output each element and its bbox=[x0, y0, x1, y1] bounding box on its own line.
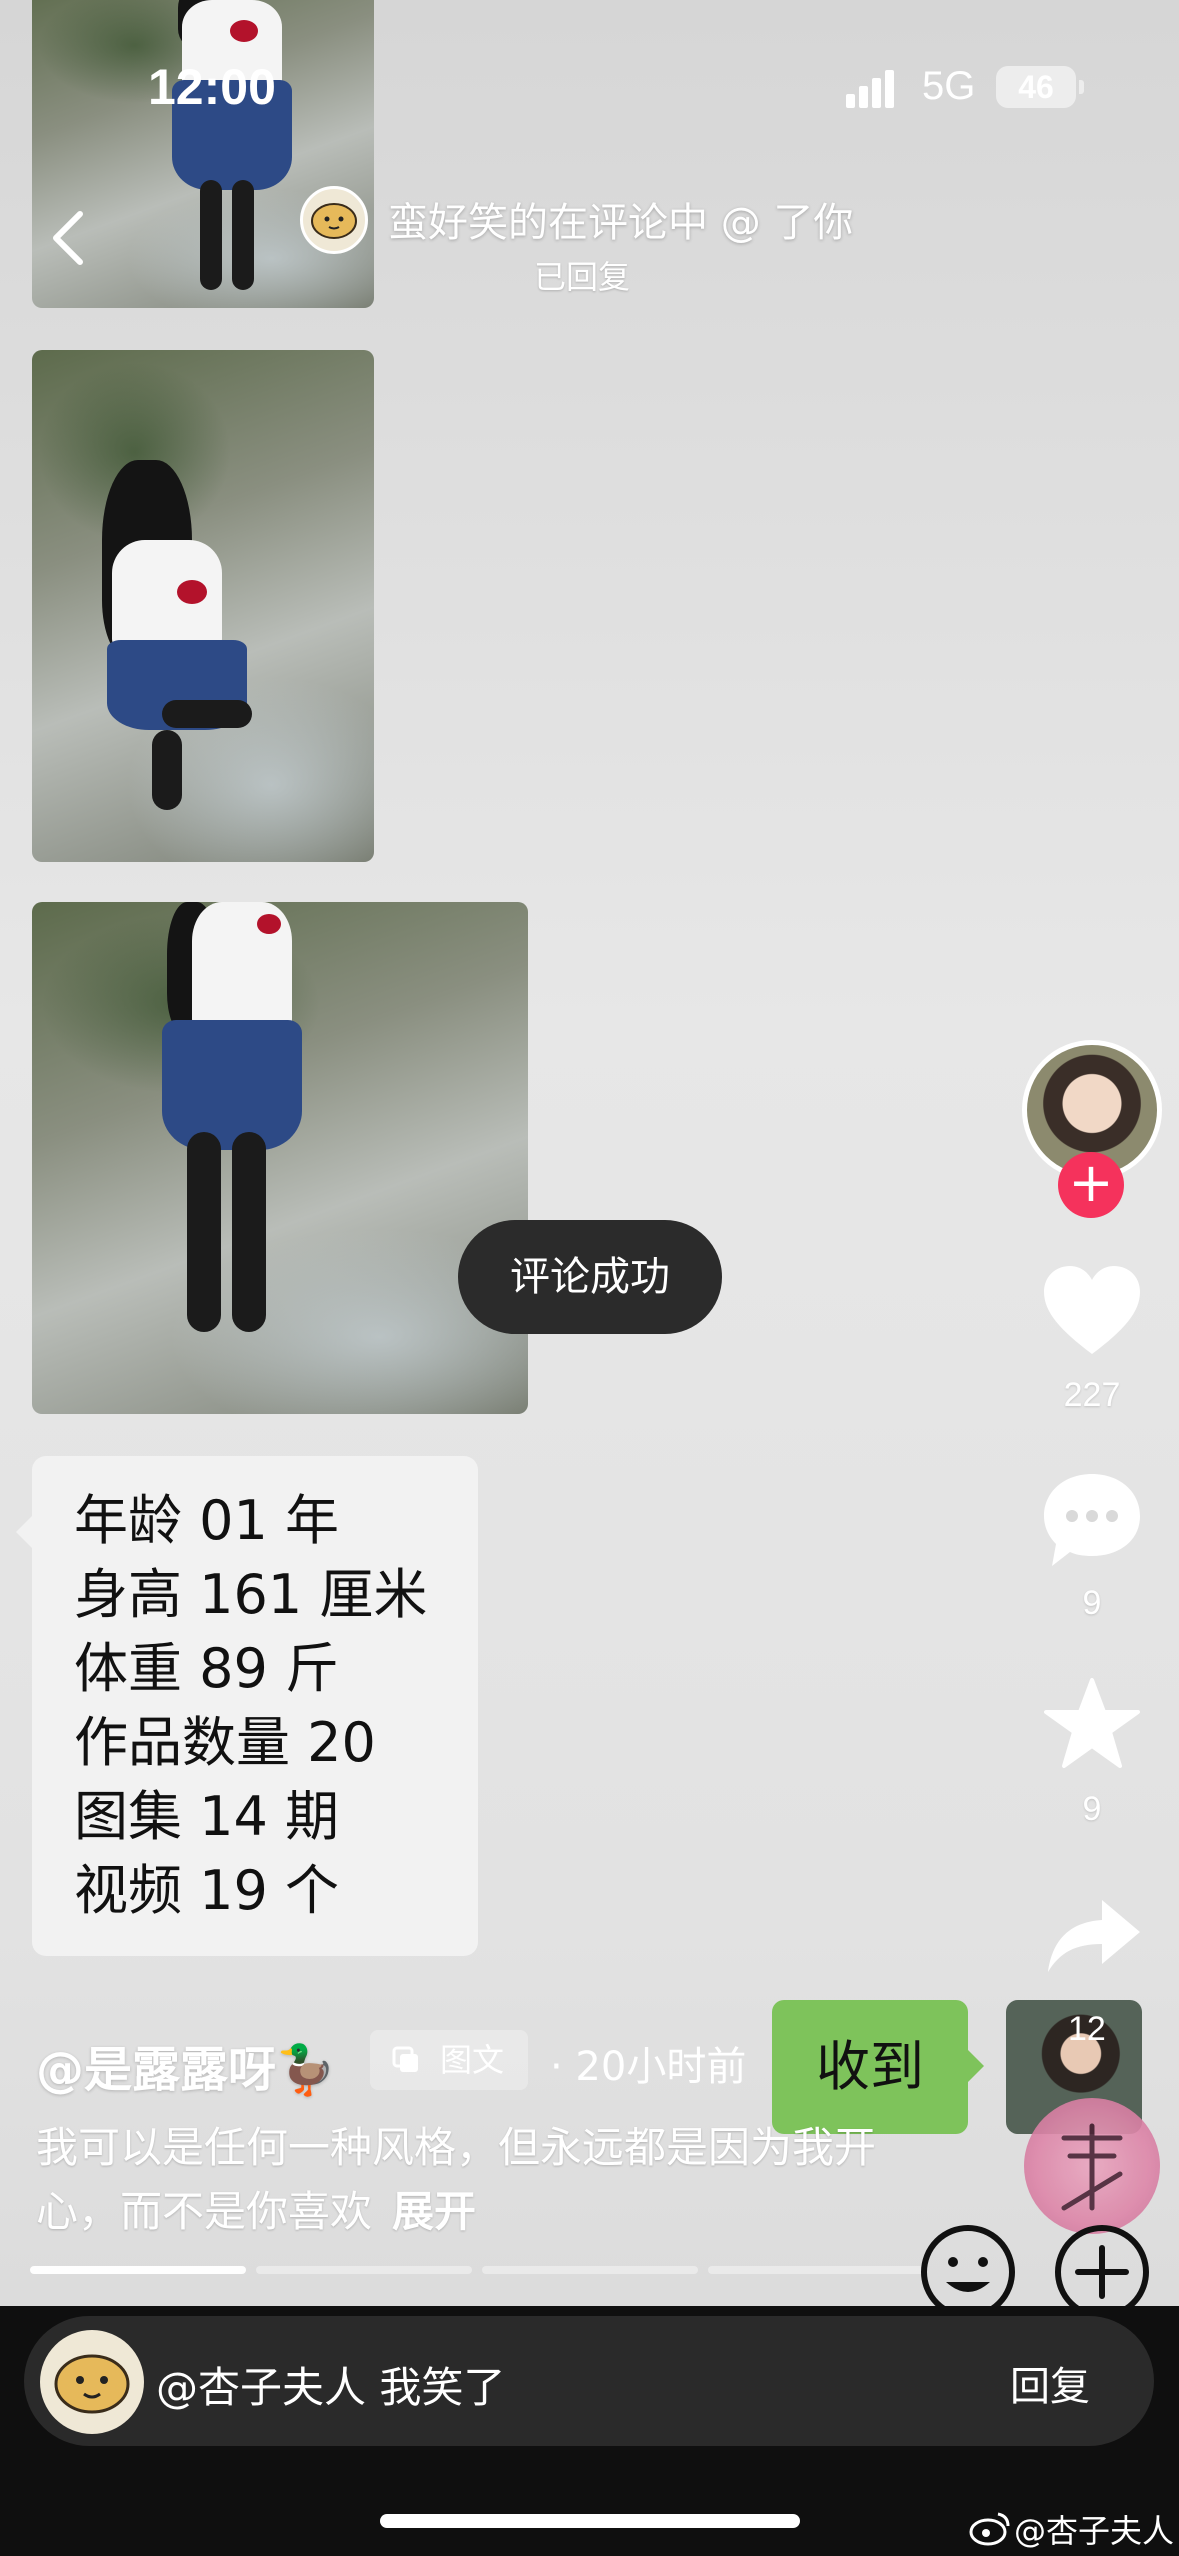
expand-link[interactable]: 展开 bbox=[392, 2187, 476, 2236]
comment-bubble-icon bbox=[1044, 1474, 1140, 1566]
cartoon-avatar-icon bbox=[54, 2354, 130, 2414]
comment-button[interactable] bbox=[1040, 1470, 1144, 1570]
post-photo-3[interactable] bbox=[32, 902, 528, 1414]
reply-input-text[interactable]: @杏子夫人 我笑了 bbox=[156, 2354, 505, 2415]
star-icon bbox=[1044, 1678, 1140, 1768]
weibo-logo-icon bbox=[969, 2512, 1010, 2546]
info-line: 身高 161 厘米 bbox=[74, 1563, 428, 1626]
post-time: · 20小时前 bbox=[550, 2044, 747, 2090]
plus-icon: + bbox=[1068, 1151, 1114, 1214]
comment-success-toast: 评论成功 bbox=[458, 1220, 722, 1334]
post-type-label: 图文 bbox=[440, 2041, 505, 2079]
signal-icon bbox=[846, 68, 906, 108]
sticker-badge bbox=[1024, 2098, 1160, 2234]
heart-icon bbox=[1044, 1266, 1140, 1354]
favorite-count: 9 bbox=[1082, 1790, 1102, 1828]
status-time: 12:00 bbox=[148, 59, 276, 115]
chevron-left-icon bbox=[53, 211, 83, 265]
post-type-tag: 图文 bbox=[370, 2030, 528, 2090]
info-line: 图集 14 期 bbox=[74, 1785, 340, 1848]
post-caption: 我可以是任何一种风格，但永远都是因为我开心，而不是你喜欢 展开 bbox=[36, 2116, 916, 2244]
like-count: 227 bbox=[1063, 1376, 1121, 1414]
user-avatar bbox=[40, 2330, 144, 2434]
network-type: 5G bbox=[922, 64, 976, 108]
progress-segment bbox=[482, 2266, 698, 2274]
progress-segment bbox=[708, 2266, 924, 2274]
post-photo-2[interactable] bbox=[32, 350, 374, 862]
reply-button[interactable]: 回复 bbox=[1010, 2354, 1090, 2412]
favorite-button[interactable] bbox=[1044, 1678, 1140, 1770]
info-line: 作品数量 20 bbox=[74, 1711, 376, 1774]
info-line: 年龄 01 年 bbox=[74, 1489, 340, 1552]
thumbnail-badge: 12 bbox=[1068, 2010, 1106, 2048]
share-arrow-icon bbox=[1048, 1900, 1140, 1972]
figure bbox=[32, 902, 528, 1414]
image-text-icon bbox=[392, 2046, 418, 2072]
header-subtitle: 已回复 bbox=[534, 258, 631, 296]
info-line: 视频 19 个 bbox=[74, 1859, 340, 1922]
back-button[interactable] bbox=[46, 208, 94, 268]
share-button[interactable] bbox=[1046, 1896, 1142, 1974]
home-indicator[interactable] bbox=[380, 2514, 800, 2528]
author-name[interactable]: @是露露呀🦆 bbox=[36, 2030, 336, 2100]
calligraphy-sticker-icon bbox=[1061, 2123, 1123, 2211]
comment-count: 9 bbox=[1082, 1584, 1102, 1622]
info-card: 年龄 01 年 身高 161 厘米 体重 89 斤 作品数量 20 图集 14 … bbox=[16, 1456, 478, 1956]
watermark-text: @杏子夫人 bbox=[1014, 2512, 1175, 2550]
info-line: 体重 89 斤 bbox=[74, 1637, 340, 1700]
battery-icon: 46 bbox=[996, 66, 1076, 108]
figure bbox=[32, 350, 374, 862]
progress-segment bbox=[30, 2266, 246, 2274]
cartoon-avatar-icon bbox=[311, 203, 357, 239]
watermark: @杏子夫人 bbox=[1014, 2506, 1174, 2552]
follow-button[interactable]: + bbox=[1058, 1152, 1124, 1218]
header-title: 蛮好笑的在评论中 @ 了你 bbox=[388, 200, 854, 246]
received-message-bubble: 收到 bbox=[772, 2000, 984, 2134]
progress-segment bbox=[256, 2266, 472, 2274]
sender-avatar[interactable] bbox=[300, 186, 368, 254]
battery-tip bbox=[1079, 80, 1084, 94]
like-button[interactable] bbox=[1040, 1264, 1144, 1360]
